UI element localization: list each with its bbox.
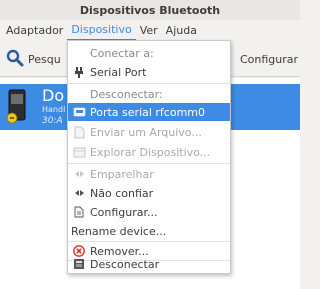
menu-item-emparelhar[interactable]: Emparelhar: [68, 165, 230, 183]
search-button[interactable]: Pesqu: [0, 41, 61, 77]
menu-item-rename[interactable]: Rename device...: [68, 222, 230, 240]
phone-icon: [4, 88, 34, 126]
menu-separator: [68, 83, 230, 84]
menu-item-label: Porta serial rfcomm0: [90, 105, 206, 119]
menu-item-label: Explorar Dispositivo...: [90, 145, 211, 159]
menu-item-porta-serial[interactable]: Porta serial rfcomm0: [68, 103, 230, 121]
menu-adaptador[interactable]: Adaptador: [2, 20, 67, 41]
disconnect-icon: [72, 257, 86, 271]
menu-ver[interactable]: Ver: [136, 20, 162, 41]
configure-button[interactable]: Configurar: [240, 41, 298, 77]
device-address: 30:A: [42, 116, 63, 126]
window-title: Dispositivos Bluetooth: [0, 0, 300, 20]
plug-icon: [72, 65, 86, 79]
menu-separator: [68, 163, 230, 164]
menu-item-label: Desconectar: [90, 257, 160, 271]
menu-item-label: Serial Port: [90, 65, 147, 79]
menu-item-configurar[interactable]: Configurar...: [68, 203, 230, 221]
connect-header: Conectar a:: [90, 46, 154, 60]
menubar: Adaptador Dispositivo Ver Ajuda: [0, 20, 300, 41]
dispositivo-dropdown-menu: Conectar a: Serial Port Desconectar: Por…: [67, 40, 231, 274]
bluetooth-window: Dispositivos Bluetooth Adaptador Disposi…: [0, 0, 300, 289]
disconnect-header: Desconectar:: [90, 87, 163, 101]
menu-item-desconectar[interactable]: Desconectar: [68, 255, 230, 273]
send-file-icon: [72, 125, 86, 139]
menu-item-serial-port[interactable]: Serial Port: [68, 63, 230, 81]
search-button-label: Pesqu: [28, 52, 61, 66]
pair-icon: [72, 167, 86, 181]
settings-icon: [72, 205, 86, 219]
browse-device-icon: [72, 145, 86, 159]
menu-item-label: Emparelhar: [90, 167, 154, 181]
menu-item-label: Enviar um Arquivo...: [90, 125, 202, 139]
trust-icon: [72, 186, 86, 200]
configure-button-label: Configurar: [240, 52, 299, 66]
menu-item-label: Não confiar: [90, 186, 154, 200]
menu-ajuda[interactable]: Ajuda: [162, 20, 201, 41]
menu-item-label: Rename device...: [71, 224, 167, 238]
menu-item-enviar-arquivo[interactable]: Enviar um Arquivo...: [68, 123, 230, 141]
menu-dispositivo[interactable]: Dispositivo: [67, 20, 136, 41]
search-icon: [6, 49, 28, 70]
device-subtitle: Handl: [42, 105, 66, 114]
menu-item-nao-confiar[interactable]: Não confiar: [68, 184, 230, 202]
menu-item-label: Configurar...: [90, 205, 158, 219]
serial-port-icon: [72, 105, 86, 119]
device-name: Do: [42, 86, 65, 105]
menu-item-explorar[interactable]: Explorar Dispositivo...: [68, 143, 230, 161]
